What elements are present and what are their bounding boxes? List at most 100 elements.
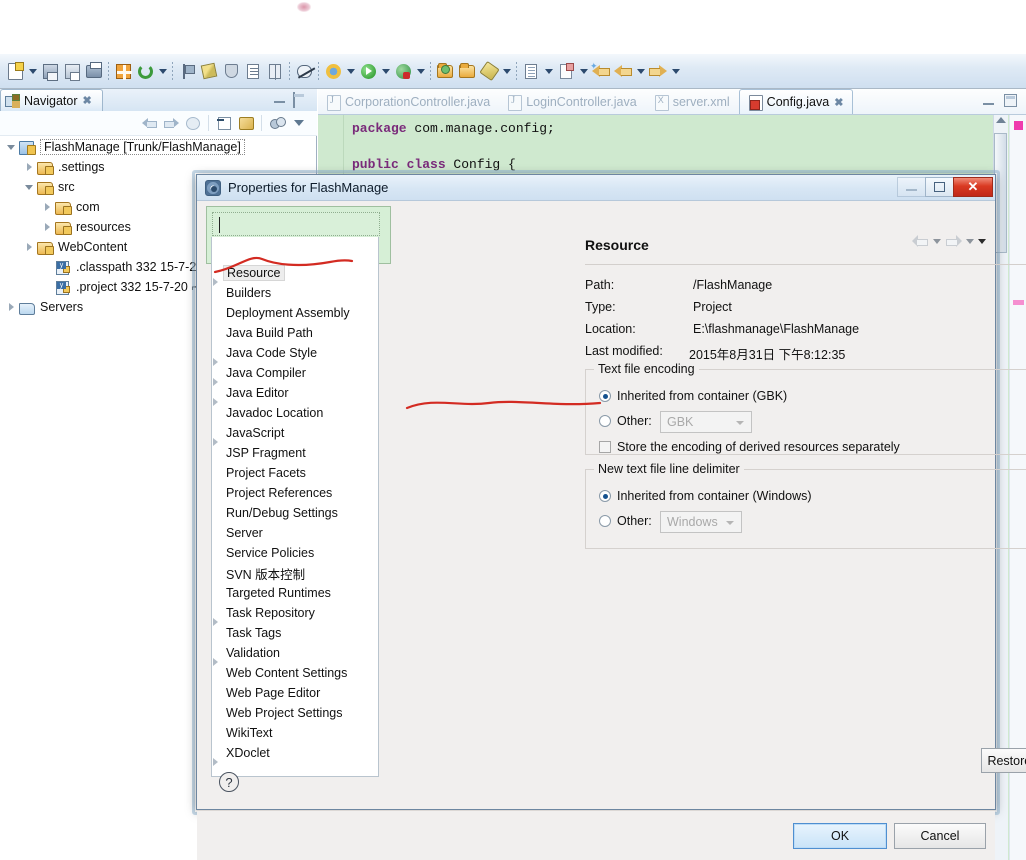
refresh-icon[interactable] xyxy=(134,59,156,83)
pencil-icon[interactable] xyxy=(198,59,220,83)
back-dropdown-arrow-icon[interactable] xyxy=(634,59,647,83)
dialog-window-buttons[interactable]: ✕ xyxy=(897,177,993,197)
new-dropdown-arrow-icon[interactable] xyxy=(26,59,39,83)
run-icon[interactable] xyxy=(357,59,379,83)
print-icon[interactable] xyxy=(83,59,105,83)
editor-tab-row[interactable]: CorporationController.java LoginControlle… xyxy=(318,89,1026,115)
help-icon[interactable]: ? xyxy=(219,772,239,792)
open-resource-icon[interactable] xyxy=(456,59,478,83)
marker-error[interactable] xyxy=(1014,121,1023,130)
table-icon[interactable] xyxy=(264,59,286,83)
twisty-closed-icon[interactable] xyxy=(42,221,54,233)
twisty-closed-icon[interactable] xyxy=(24,241,36,253)
build-all-icon[interactable] xyxy=(112,59,134,83)
settings-tree-item[interactable]: Javadoc Location xyxy=(206,403,390,423)
navigator-tree-row[interactable]: FlashManage [Trunk/FlashManage] xyxy=(0,137,317,157)
radio-inherited-encoding[interactable]: Inherited from container (GBK) xyxy=(599,389,787,403)
restore-defaults-button[interactable]: Restore Defaults xyxy=(981,748,1026,773)
debug-dropdown-arrow-icon[interactable] xyxy=(344,59,357,83)
dialog-title-bar[interactable]: Properties for FlashManage xyxy=(197,175,995,201)
new-document-icon[interactable] xyxy=(4,59,26,83)
settings-tree-item[interactable]: JavaScript xyxy=(206,423,390,446)
radio-button-icon[interactable] xyxy=(599,515,611,527)
xml-dropdown-arrow-icon[interactable] xyxy=(577,59,590,83)
editor-tab-4[interactable]: Config.java ✖ xyxy=(738,89,854,114)
settings-tree-item[interactable]: Service Policies xyxy=(206,543,390,563)
radio-other-delimiter[interactable]: Other: xyxy=(599,514,652,528)
chevron-down-icon[interactable] xyxy=(736,421,744,425)
new-jsp-icon[interactable] xyxy=(520,59,542,83)
shield-icon[interactable] xyxy=(220,59,242,83)
settings-tree-item[interactable]: Server xyxy=(206,523,390,543)
cancel-button[interactable]: Cancel xyxy=(894,823,986,849)
radio-other-encoding[interactable]: Other: xyxy=(599,414,652,428)
page-nav-controls[interactable] xyxy=(912,235,986,247)
up-arrow-icon[interactable] xyxy=(183,113,203,133)
save-icon[interactable] xyxy=(39,59,61,83)
settings-tree-item[interactable]: Java Code Style xyxy=(206,343,390,366)
search-icon[interactable] xyxy=(478,59,500,83)
settings-tree-item[interactable]: Web Project Settings xyxy=(206,703,390,723)
settings-tree-item[interactable]: Project References xyxy=(206,483,390,503)
next-annotation-icon[interactable] xyxy=(176,59,198,83)
delimiter-combo[interactable]: Windows xyxy=(660,511,742,533)
settings-tree-item[interactable]: Java Build Path xyxy=(206,323,390,343)
marker-error[interactable] xyxy=(1013,300,1024,305)
chevron-down-icon[interactable] xyxy=(726,521,734,525)
settings-tree[interactable]: Resource Builders Deployment Assembly Java … xyxy=(206,263,390,781)
back-arrow-icon[interactable] xyxy=(912,235,929,247)
settings-tree-item[interactable]: Builders xyxy=(206,283,390,303)
settings-tree-item[interactable]: Run/Debug Settings xyxy=(206,503,390,523)
settings-tree-item[interactable]: WikiText xyxy=(206,723,390,743)
close-icon[interactable]: ✖ xyxy=(834,96,843,109)
twisty-closed-icon[interactable] xyxy=(24,161,36,173)
server-dropdown-arrow-icon[interactable] xyxy=(414,59,427,83)
link-with-editor-icon[interactable] xyxy=(236,113,256,133)
maximize-button[interactable] xyxy=(925,177,954,197)
jsp-dropdown-arrow-icon[interactable] xyxy=(542,59,555,83)
settings-tree-item[interactable]: Web Content Settings xyxy=(206,663,390,683)
settings-tree-item[interactable]: SVN 版本控制 xyxy=(206,563,390,583)
editor-maximize-icon[interactable] xyxy=(1004,94,1017,107)
twisty-closed-icon[interactable] xyxy=(42,201,54,213)
forward-arrow-icon[interactable] xyxy=(161,113,181,133)
twisty-open-icon[interactable] xyxy=(24,181,36,193)
collapse-all-icon[interactable] xyxy=(214,113,234,133)
close-icon[interactable]: ✖ xyxy=(83,94,92,107)
radio-button-icon[interactable] xyxy=(599,415,611,427)
editor-tab-2[interactable]: LoginController.java xyxy=(499,89,646,114)
twisty-open-icon[interactable] xyxy=(6,141,18,153)
forward-icon[interactable] xyxy=(647,59,669,83)
tab-navigator[interactable]: Navigator ✖ xyxy=(0,89,103,111)
settings-tree-item[interactable]: JSP Fragment xyxy=(206,443,390,463)
settings-tree-item[interactable]: Deployment Assembly xyxy=(206,303,390,323)
settings-tree-item[interactable]: Resource xyxy=(206,263,390,286)
close-button[interactable]: ✕ xyxy=(953,177,993,197)
open-type-icon[interactable] xyxy=(434,59,456,83)
editor-tab-3[interactable]: server.xml xyxy=(646,89,739,114)
back-star-icon[interactable]: ✦ xyxy=(590,59,612,83)
forward-dropdown-arrow-icon[interactable] xyxy=(966,238,974,244)
settings-tree-item[interactable]: Targeted Runtimes xyxy=(206,583,390,603)
settings-tree-item[interactable]: Java Compiler xyxy=(206,363,390,386)
settings-tree-item[interactable]: Web Page Editor xyxy=(206,683,390,703)
code-line[interactable]: public class Config { xyxy=(352,157,516,172)
save-all-icon[interactable] xyxy=(61,59,83,83)
back-dropdown-arrow-icon[interactable] xyxy=(933,238,941,244)
settings-tree-item[interactable]: Project Facets xyxy=(206,463,390,483)
view-menu-icon[interactable] xyxy=(978,238,986,244)
view-filter-icon[interactable] xyxy=(267,113,287,133)
scroll-up-arrow-icon[interactable] xyxy=(996,117,1006,123)
minimize-button[interactable] xyxy=(897,177,926,197)
encoding-combo[interactable]: GBK xyxy=(660,411,752,433)
back-arrow-icon[interactable] xyxy=(139,113,159,133)
navigator-toolbar[interactable] xyxy=(0,111,317,136)
back-icon[interactable] xyxy=(612,59,634,83)
debug-icon[interactable] xyxy=(322,59,344,83)
list-icon[interactable] xyxy=(242,59,264,83)
settings-tree-item[interactable]: Task Tags xyxy=(206,623,390,643)
settings-tree-item[interactable]: Validation xyxy=(206,643,390,666)
minimize-icon[interactable] xyxy=(273,93,287,106)
checkbox-icon[interactable] xyxy=(599,441,611,453)
settings-tree-item[interactable]: XDoclet xyxy=(206,743,390,766)
